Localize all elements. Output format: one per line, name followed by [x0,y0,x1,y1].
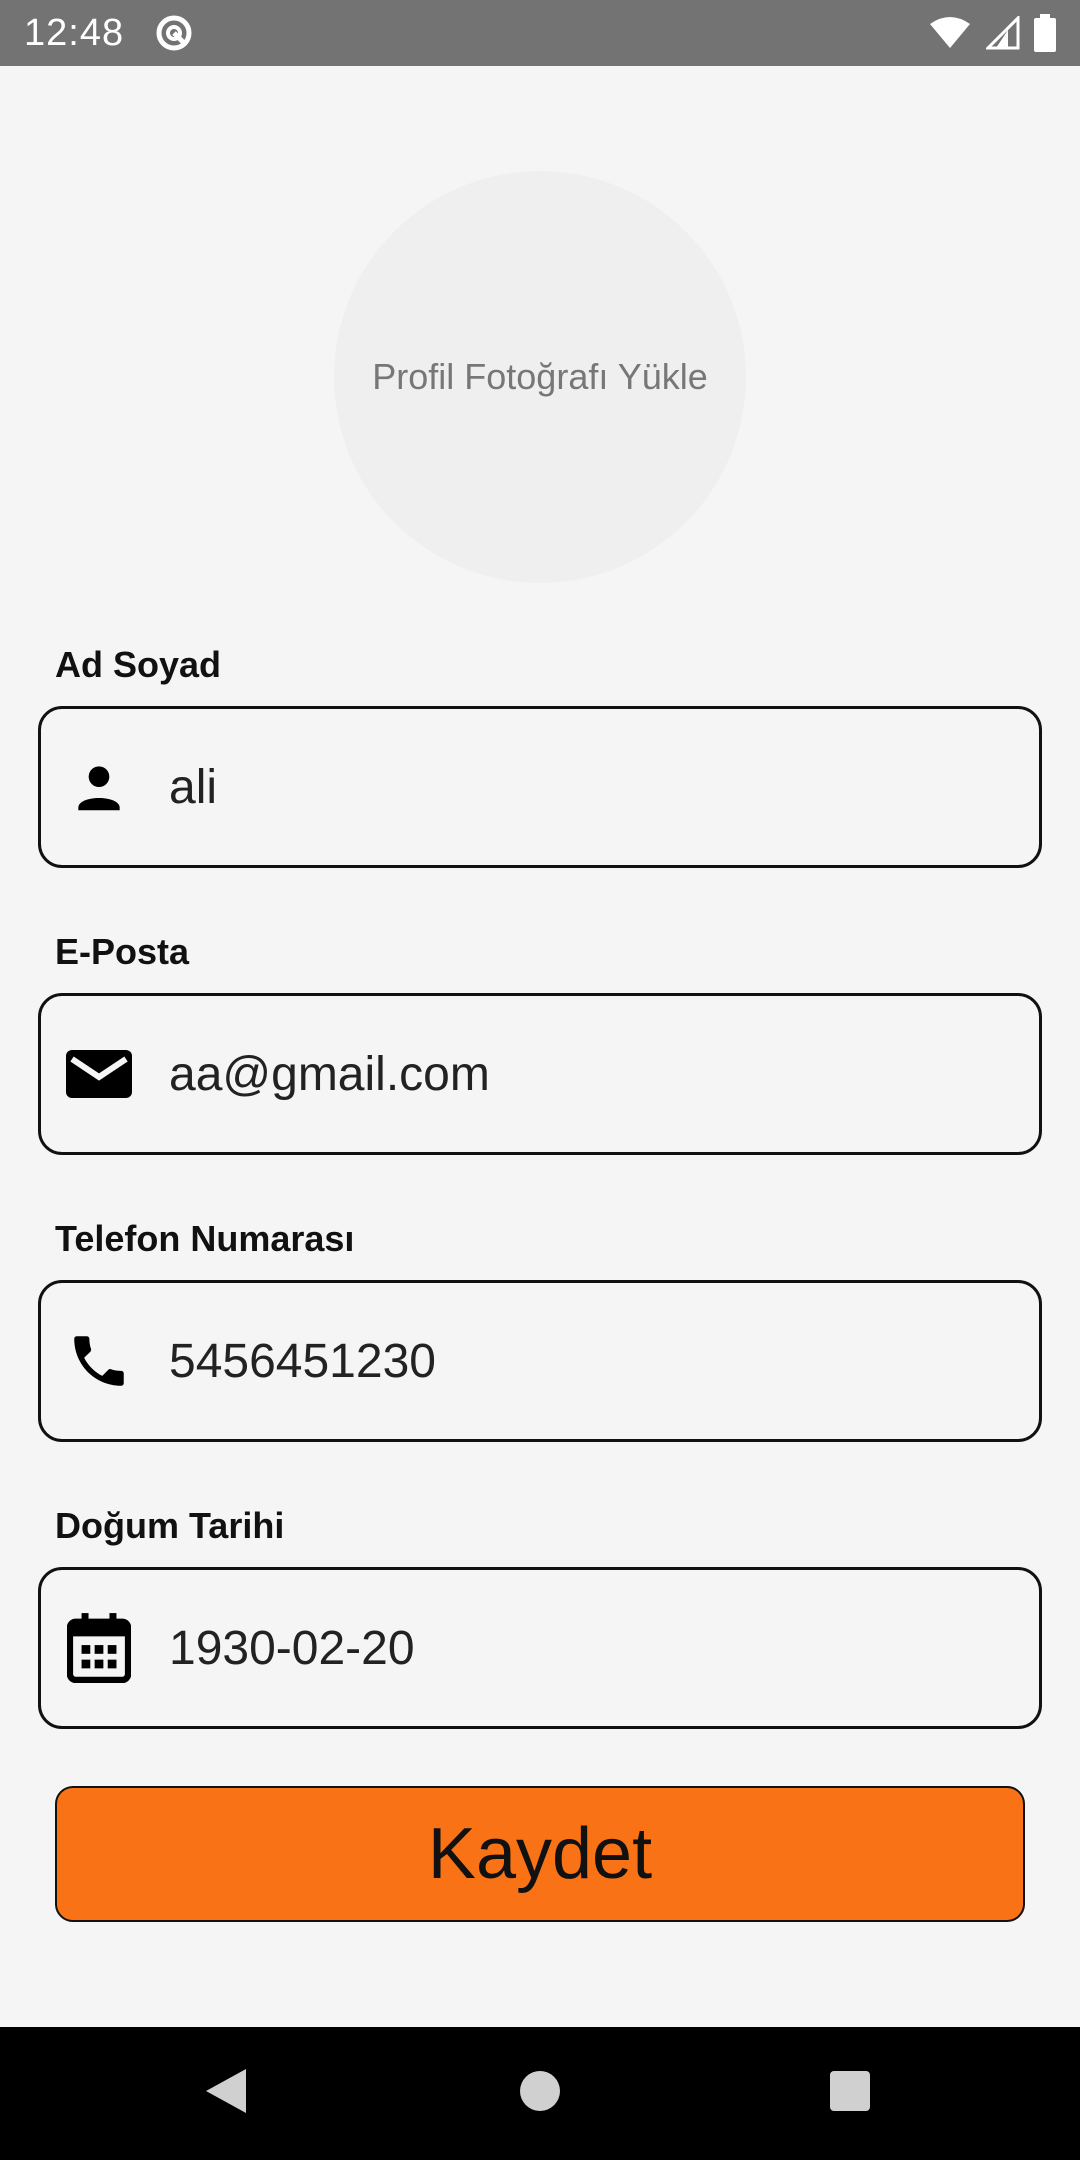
name-field[interactable]: ali [38,706,1042,868]
status-bar: 12:48 [0,0,1080,66]
recents-icon [828,2069,872,2118]
birthdate-label: Doğum Tarihi [55,1505,285,1546]
status-icons [928,14,1056,52]
profile-photo-upload[interactable]: Profil Fotoğrafı Yükle [334,171,746,583]
person-icon [63,751,135,823]
profile-photo-upload-label: Profil Fotoğrafı Yükle [372,356,708,397]
mail-icon [63,1038,135,1110]
save-button[interactable]: Kaydet [55,1786,1025,1922]
status-time: 12:48 [24,11,125,54]
name-value: ali [169,760,218,814]
back-button[interactable] [166,2027,286,2160]
navigation-bar [0,2027,1080,2160]
birthdate-field[interactable]: 1930-02-20 [38,1567,1042,1729]
email-field[interactable]: aa@gmail.com [38,993,1042,1155]
email-label: E-Posta [55,931,190,972]
calendar-icon [63,1612,135,1684]
name-label: Ad Soyad [55,644,222,685]
back-icon [204,2067,248,2120]
phone-icon [63,1325,135,1397]
wifi-icon [928,16,972,50]
phone-label: Telefon Numarası [55,1218,355,1259]
phone-field[interactable]: 5456451230 [38,1280,1042,1442]
phone-value: 5456451230 [169,1334,436,1388]
battery-icon [1034,14,1056,52]
recents-button[interactable] [790,2027,910,2160]
save-button-label: Kaydet [427,1814,653,1894]
signal-icon [986,16,1020,50]
at-sign-icon [154,13,194,53]
home-button[interactable] [480,2027,600,2160]
home-icon [518,2069,562,2118]
email-value: aa@gmail.com [169,1047,490,1101]
birthdate-value: 1930-02-20 [169,1621,415,1675]
profile-form-screen: Profil Fotoğrafı Yükle Ad Soyad ali E-Po… [0,66,1080,2027]
